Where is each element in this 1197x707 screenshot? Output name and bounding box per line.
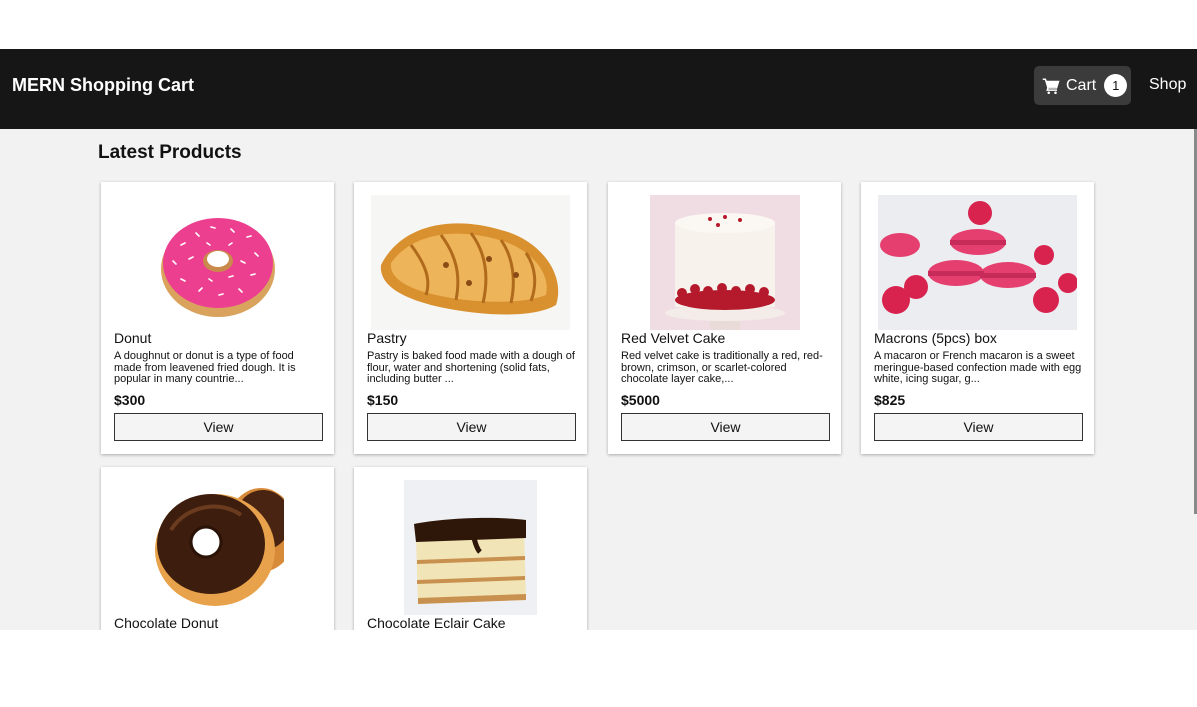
- brand-title[interactable]: MERN Shopping Cart: [12, 75, 194, 96]
- pastry-image[interactable]: [371, 195, 570, 330]
- cart-icon: [1042, 78, 1060, 94]
- red-velvet-cake-image[interactable]: [649, 195, 800, 330]
- product-price: $5000: [621, 392, 660, 408]
- product-card-donut: Donut A doughnut or donut is a type of f…: [101, 182, 334, 454]
- product-card-macrons-box: Macrons (5pcs) box A macaron or French m…: [861, 182, 1094, 454]
- product-name[interactable]: Chocolate Donut: [114, 615, 218, 630]
- view-button[interactable]: View: [621, 413, 830, 441]
- product-name[interactable]: Macrons (5pcs) box: [874, 330, 997, 346]
- product-name[interactable]: Pastry: [367, 330, 407, 346]
- donut-image[interactable]: [151, 195, 284, 330]
- app-viewport: MERN Shopping Cart Cart 1 Shop Latest Pr…: [0, 49, 1197, 630]
- product-card-red-velvet-cake: Red Velvet Cake Red velvet cake is tradi…: [608, 182, 841, 454]
- product-description: A doughnut or donut is a type of food ma…: [114, 350, 296, 385]
- cart-button[interactable]: Cart 1: [1034, 66, 1131, 105]
- cart-label: Cart: [1066, 76, 1097, 94]
- product-name[interactable]: Red Velvet Cake: [621, 330, 725, 346]
- chocolate-eclair-cake-image[interactable]: [404, 480, 537, 615]
- navbar: MERN Shopping Cart Cart 1 Shop: [0, 49, 1197, 129]
- product-price: $300: [114, 392, 146, 408]
- shop-link[interactable]: Shop: [1149, 76, 1186, 94]
- page-title: Latest Products: [98, 142, 242, 163]
- chocolate-donut-image[interactable]: [151, 480, 284, 615]
- product-description: A macaron or French macaron is a sweet m…: [874, 350, 1082, 385]
- product-price: $825: [874, 392, 906, 408]
- product-card-chocolate-donut: Chocolate Donut: [101, 467, 334, 630]
- cart-count-badge: 1: [1104, 74, 1128, 97]
- macrons-image[interactable]: [878, 195, 1077, 330]
- product-description: Red velvet cake is traditionally a red, …: [621, 350, 823, 385]
- product-name[interactable]: Donut: [114, 330, 151, 346]
- product-name[interactable]: Chocolate Eclair Cake: [367, 615, 506, 630]
- view-button[interactable]: View: [114, 413, 323, 441]
- view-button[interactable]: View: [367, 413, 576, 441]
- product-card-chocolate-eclair-cake: Chocolate Eclair Cake: [354, 467, 587, 630]
- product-price: $150: [367, 392, 399, 408]
- product-card-pastry: Pastry Pastry is baked food made with a …: [354, 182, 587, 454]
- product-description: Pastry is baked food made with a dough o…: [367, 350, 575, 385]
- view-button[interactable]: View: [874, 413, 1083, 441]
